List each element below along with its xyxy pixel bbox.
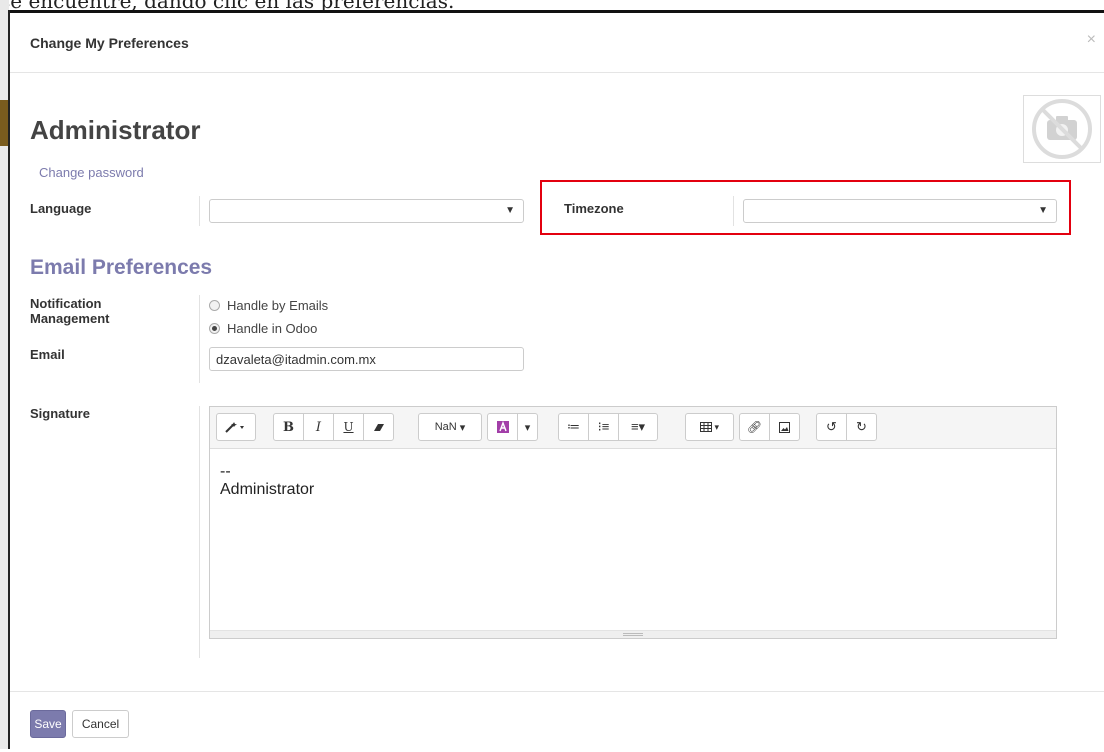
timezone-highlight-box <box>540 180 1071 235</box>
cancel-button[interactable]: Cancel <box>72 710 129 738</box>
background-instruction-text: se encuentre, dando clic en las preferen… <box>0 0 1104 10</box>
chevron-down-icon[interactable]: ▾ <box>517 413 538 441</box>
magic-wand-icon[interactable] <box>216 413 256 441</box>
camera-slash-icon <box>1032 99 1092 159</box>
notification-management-label: Notification Management <box>30 296 110 326</box>
dialog-title: Change My Preferences <box>30 35 189 51</box>
chevron-down-icon: ▼ <box>505 205 515 216</box>
font-color-icon[interactable] <box>487 413 518 441</box>
user-name-heading: Administrator <box>30 115 201 145</box>
link-icon[interactable]: 🔗︎ <box>739 413 770 441</box>
dialog-footer: Save Cancel <box>10 691 1104 752</box>
unordered-list-icon[interactable]: ≔ <box>558 413 589 441</box>
ordered-list-icon[interactable]: ⁝≡ <box>588 413 619 441</box>
italic-icon[interactable]: I <box>303 413 334 441</box>
signature-content[interactable]: -- Administrator <box>210 449 1056 513</box>
radio-handle-by-emails[interactable]: Handle by Emails <box>209 298 328 313</box>
editor-toolbar: B I U NaN ▾ ▾ ≔ ⁝≡ ≡▾ ▾ 🔗︎ ↺ ↻ <box>210 407 1056 449</box>
email-preferences-heading: Email Preferences <box>30 256 213 279</box>
signature-label: Signature <box>30 406 90 421</box>
background-page-edge <box>0 0 10 749</box>
avatar[interactable] <box>1023 95 1101 163</box>
save-button[interactable]: Save <box>30 710 66 738</box>
language-select[interactable]: ▼ <box>209 199 524 223</box>
editor-resize-handle[interactable] <box>210 630 1056 638</box>
picture-icon[interactable] <box>769 413 800 441</box>
redo-icon[interactable]: ↻ <box>846 413 877 441</box>
table-icon[interactable]: ▾ <box>685 413 734 441</box>
change-password-link[interactable]: Change password <box>39 165 144 180</box>
align-icon[interactable]: ≡▾ <box>618 413 658 441</box>
email-field[interactable]: dzavaleta@itadmin.com.mx <box>209 347 524 371</box>
dialog-header: Change My Preferences × <box>10 13 1104 73</box>
radio-handle-in-odoo[interactable]: Handle in Odoo <box>209 321 317 336</box>
signature-editor[interactable]: B I U NaN ▾ ▾ ≔ ⁝≡ ≡▾ ▾ 🔗︎ ↺ ↻ -- Admini… <box>209 406 1057 639</box>
eraser-icon[interactable] <box>363 413 394 441</box>
bold-icon[interactable]: B <box>273 413 304 441</box>
preferences-dialog: Change My Preferences × Administrator Ch… <box>10 10 1104 749</box>
radio-circle-selected[interactable] <box>209 323 220 334</box>
email-label: Email <box>30 347 65 362</box>
language-label: Language <box>30 201 92 216</box>
close-icon[interactable]: × <box>1087 31 1096 49</box>
underline-icon[interactable]: U <box>333 413 364 441</box>
font-size-dropdown[interactable]: NaN ▾ <box>418 413 482 441</box>
undo-icon[interactable]: ↺ <box>816 413 847 441</box>
radio-circle[interactable] <box>209 300 220 311</box>
